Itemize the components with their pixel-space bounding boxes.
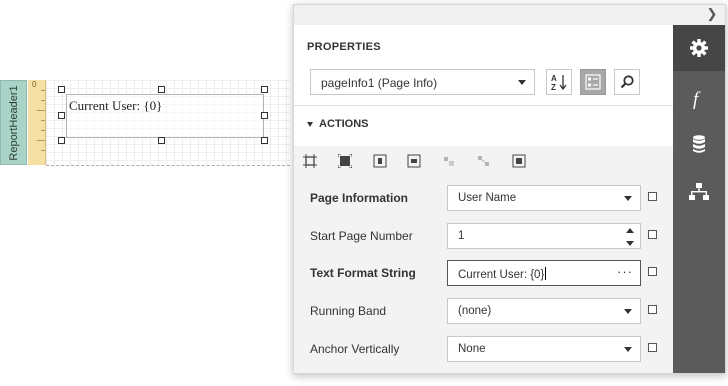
hierarchy-icon bbox=[689, 183, 709, 200]
property-row-page-information: Page Information User Name bbox=[294, 183, 673, 213]
ruler-tick bbox=[41, 120, 45, 121]
property-row-running-band: Running Band (none) bbox=[294, 296, 673, 326]
property-label: Text Format String bbox=[310, 266, 416, 280]
fit-bounds-icon[interactable] bbox=[303, 154, 317, 168]
expressions-tab[interactable]: f bbox=[673, 75, 725, 121]
chevron-down-icon bbox=[624, 347, 632, 352]
resize-handle[interactable] bbox=[58, 137, 65, 144]
sort-alphabetical-icon: A Z bbox=[551, 74, 567, 91]
svg-text:A: A bbox=[551, 74, 557, 83]
resize-handle[interactable] bbox=[261, 137, 268, 144]
center-horizontally-icon[interactable] bbox=[373, 154, 387, 168]
text-caret bbox=[545, 267, 547, 280]
property-row-start-page-number: Start Page Number 1 bbox=[294, 221, 673, 251]
property-value-text: Current User: {0} bbox=[458, 269, 545, 281]
panel-topbar: ❯ bbox=[294, 5, 725, 25]
band-label: ReportHeader1 bbox=[7, 84, 20, 161]
resize-handle[interactable] bbox=[261, 112, 268, 119]
ruler-tick bbox=[41, 150, 45, 151]
align-to-grid-icon[interactable] bbox=[442, 154, 456, 168]
chevron-down-icon bbox=[624, 196, 632, 201]
ruler-tick bbox=[37, 140, 45, 141]
control-text: Current User: {0} bbox=[69, 98, 163, 113]
text-format-string-input[interactable]: Current User: {0} ··· bbox=[447, 260, 641, 286]
property-label: Anchor Vertically bbox=[310, 342, 400, 356]
section-title: PROPERTIES bbox=[307, 41, 381, 53]
properties-tab[interactable] bbox=[673, 25, 725, 71]
properties-panel: ❯ PROPERTIES pageInfo1 (Page Info) A Z A… bbox=[293, 4, 726, 374]
svg-text:f: f bbox=[693, 89, 701, 109]
spin-buttons[interactable] bbox=[626, 228, 634, 246]
ruler-tick bbox=[41, 130, 45, 131]
property-marker-checkbox[interactable] bbox=[648, 343, 657, 352]
vertical-ruler: 0 bbox=[28, 80, 46, 165]
chevron-right-icon[interactable]: ❯ bbox=[705, 7, 719, 21]
property-value: 1 bbox=[458, 230, 465, 242]
property-marker-checkbox[interactable] bbox=[648, 230, 657, 239]
search-icon bbox=[620, 75, 634, 89]
chevron-down-icon bbox=[518, 80, 526, 85]
search-button[interactable] bbox=[614, 69, 640, 95]
ellipsis-button[interactable]: ··· bbox=[617, 264, 633, 279]
actions-header[interactable]: ACTIONS bbox=[307, 118, 369, 130]
chevron-down-icon bbox=[624, 309, 632, 314]
component-selector-value: pageInfo1 (Page Info) bbox=[321, 76, 438, 90]
bring-to-front-icon[interactable] bbox=[512, 154, 526, 168]
report-explorer-tab[interactable] bbox=[673, 169, 725, 215]
page-information-dropdown[interactable]: User Name bbox=[447, 185, 641, 211]
property-marker-checkbox[interactable] bbox=[648, 192, 657, 201]
start-page-number-spinner[interactable]: 1 bbox=[447, 223, 641, 249]
panel-sidebar: f bbox=[673, 25, 725, 373]
property-label: Running Band bbox=[310, 304, 387, 318]
properties-content: PROPERTIES pageInfo1 (Page Info) A Z ACT… bbox=[294, 25, 673, 373]
actions-label: ACTIONS bbox=[319, 118, 369, 130]
running-band-dropdown[interactable]: (none) bbox=[447, 298, 641, 324]
component-selector[interactable]: pageInfo1 (Page Info) bbox=[310, 69, 535, 95]
property-marker-checkbox[interactable] bbox=[648, 267, 657, 276]
property-value: (none) bbox=[458, 305, 492, 317]
property-value: User Name bbox=[458, 192, 517, 204]
center-vertically-icon[interactable] bbox=[407, 154, 421, 168]
fit-to-container-icon[interactable] bbox=[338, 154, 352, 168]
page-info-control[interactable]: Current User: {0} bbox=[66, 94, 264, 138]
ruler-tick bbox=[41, 100, 45, 101]
size-to-grid-icon[interactable] bbox=[477, 154, 491, 168]
resize-handle[interactable] bbox=[158, 137, 165, 144]
spin-up-icon[interactable] bbox=[626, 228, 634, 233]
property-row-anchor-vertically: Anchor Vertically None bbox=[294, 334, 673, 364]
ruler-tick bbox=[41, 90, 45, 91]
spin-down-icon[interactable] bbox=[626, 241, 634, 246]
categorized-view-button[interactable] bbox=[580, 69, 606, 95]
categorized-view-icon bbox=[585, 74, 601, 90]
actions-area: Page Information User Name Start Page Nu… bbox=[294, 146, 673, 373]
property-value: None bbox=[458, 343, 486, 355]
sort-alphabetical-button[interactable]: A Z bbox=[546, 69, 572, 95]
ruler-mark: 0 bbox=[32, 80, 37, 89]
property-marker-checkbox[interactable] bbox=[648, 305, 657, 314]
resize-handle[interactable] bbox=[261, 86, 268, 93]
resize-handle[interactable] bbox=[58, 112, 65, 119]
function-icon: f bbox=[693, 89, 701, 109]
database-icon bbox=[693, 135, 705, 153]
property-value: Current User: {0} bbox=[458, 267, 547, 281]
resize-handle[interactable] bbox=[158, 86, 165, 93]
divider bbox=[294, 105, 673, 106]
property-row-text-format-string: Text Format String Current User: {0} ··· bbox=[294, 258, 673, 288]
property-label: Start Page Number bbox=[310, 229, 413, 243]
band-tab-report-header[interactable]: ReportHeader1 bbox=[0, 80, 27, 165]
resize-handle[interactable] bbox=[58, 86, 65, 93]
svg-text:Z: Z bbox=[551, 83, 556, 91]
triangle-down-icon bbox=[307, 121, 313, 127]
field-list-tab[interactable] bbox=[673, 121, 725, 167]
anchor-vertically-dropdown[interactable]: None bbox=[447, 336, 641, 362]
property-label: Page Information bbox=[310, 191, 409, 205]
ruler-tick bbox=[37, 110, 45, 111]
gear-icon bbox=[690, 39, 708, 57]
